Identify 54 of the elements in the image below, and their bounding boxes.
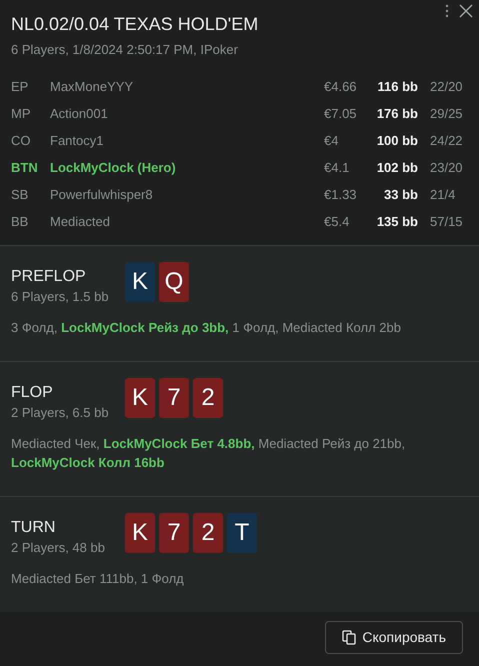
playing-card: K	[125, 513, 155, 553]
player-position: BTN	[11, 158, 39, 177]
action-summary: Mediacted Чек, LockMyClock Бет 4.8bb, Mediacted Рейз до 21bb, LockMyClock Колл 16bb	[11, 435, 406, 472]
street-info: 2 Players, 48 bb	[11, 539, 106, 557]
playing-card: K	[125, 262, 155, 302]
player-name: Action001	[50, 104, 109, 123]
player-stats: 23/20	[429, 158, 464, 177]
player-stack: 33 bb	[383, 186, 418, 204]
player-stats: 24/22	[429, 132, 464, 150]
more-icon[interactable]	[445, 4, 449, 18]
player-stats: 22/20	[429, 78, 464, 96]
player-money: €4.1	[324, 158, 350, 177]
copy-button[interactable]: Скопировать	[325, 621, 463, 654]
player-money: €4.66	[324, 78, 358, 96]
street-name: FLOP	[11, 383, 54, 403]
player-stack: 102 bb	[376, 158, 418, 177]
player-name: Powerfulwhisper8	[50, 186, 154, 204]
player-name: LockMyClock (Hero)	[50, 158, 177, 177]
close-icon[interactable]	[459, 4, 473, 18]
playing-card: K	[125, 378, 155, 418]
action-summary: Mediacted Бет 111bb, 1 Фолд	[11, 570, 185, 588]
player-stats: 21/4	[429, 186, 456, 204]
player-money: €4	[324, 132, 340, 150]
player-stack: 100 bb	[376, 132, 418, 150]
hand-subtitle: 6 Players, 1/8/2024 2:50:17 PM, IPoker	[11, 41, 239, 59]
playing-card: Q	[159, 262, 189, 302]
player-stack: 135 bb	[376, 212, 418, 231]
player-name: Mediacted	[50, 212, 111, 231]
action-summary: 3 Фолд, LockMyClock Рейз до 3bb, 1 Фолд, Mediacted Колл 2bb	[11, 319, 402, 337]
player-money: €1.33	[324, 186, 358, 204]
player-position: MP	[11, 104, 32, 123]
player-position: BB	[11, 212, 30, 231]
player-stats: 57/15	[429, 212, 464, 231]
street-info: 2 Players, 6.5 bb	[11, 404, 110, 422]
player-position: SB	[11, 186, 30, 204]
playing-card: 2	[193, 513, 223, 553]
player-name: MaxMoneYYY	[50, 78, 134, 96]
street-name: PREFLOP	[11, 267, 87, 287]
player-name: Fantocy1	[50, 132, 104, 150]
player-stats: 29/25	[429, 104, 464, 123]
player-money: €5.4	[324, 212, 350, 231]
player-stack: 116 bb	[376, 78, 418, 96]
playing-card: 7	[159, 513, 189, 553]
player-stack: 176 bb	[376, 104, 418, 123]
copy-icon	[342, 630, 356, 645]
player-position: EP	[11, 78, 30, 96]
street-name: TURN	[11, 518, 56, 538]
playing-card: 7	[159, 378, 189, 418]
street-info: 6 Players, 1.5 bb	[11, 288, 110, 306]
playing-card: 2	[193, 378, 223, 418]
player-position: CO	[11, 132, 32, 150]
hand-title: NL0.02/0.04 TEXAS HOLD'EM	[11, 13, 260, 36]
player-money: €7.05	[324, 104, 358, 123]
playing-card: T	[227, 513, 257, 553]
